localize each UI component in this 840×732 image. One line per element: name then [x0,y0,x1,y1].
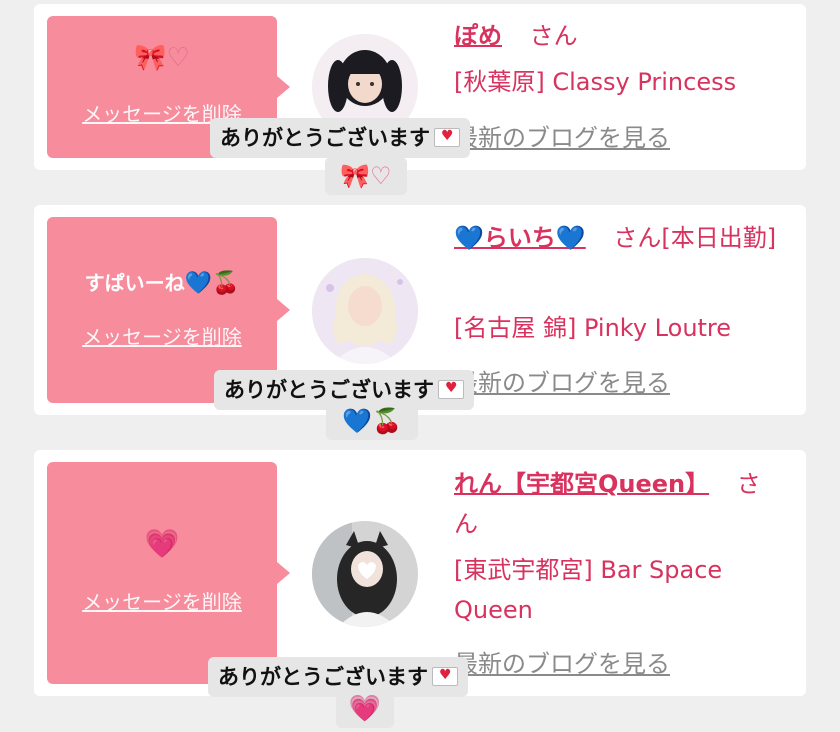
reply-emoji: 🎀♡ [325,157,407,195]
message-text-row: すぱいーね💙🍒 [47,269,277,298]
reply-text: ありがとうございます [218,665,428,689]
reply-text: ありがとうございます [220,126,430,150]
reply-emoji: 💗 [336,690,394,728]
love-letter-icon [434,127,460,147]
delete-message-link[interactable]: メッセージを削除 [47,321,277,350]
message-emoji: 💙🍒 [184,271,240,296]
message-text: すぱいーね [84,271,185,295]
latest-blog-link[interactable]: 最新のブログを見る [454,122,670,154]
shop-label: [秋葉原] Classy Princess [454,68,737,96]
message-emoji: 🎀♡ [134,43,190,73]
sender-name-link[interactable]: 💙らいち💙 [454,224,586,252]
reply-text: ありがとうございます [224,378,434,402]
message-emoji: 💗 [144,527,180,560]
reply-tooltip: ありがとうございます [210,118,470,158]
avatar-photo [312,521,418,627]
avatar[interactable] [312,258,418,364]
shop-label: [東武宇都宮] Bar Space Queen [454,556,723,624]
delete-message-link[interactable]: メッセージを削除 [47,586,277,615]
sender-name-link[interactable]: ぽめ [454,22,502,50]
sender-name-row: 💙らいち💙 さん[本日出勤] [454,218,784,258]
reply-emoji-text: 💙🍒 [342,407,402,435]
honorific: さん[本日出勤] [613,224,777,252]
avatar-photo [312,258,418,364]
latest-blog-link[interactable]: 最新のブログを見る [454,648,670,680]
sender-name-link[interactable]: れん【宇都宮Queen】 [454,470,709,498]
love-letter-icon [438,379,464,399]
love-letter-icon [432,666,458,686]
message-bubble: 💗 メッセージを削除 [47,462,290,684]
avatar[interactable] [312,521,418,627]
reply-emoji: 💙🍒 [326,402,418,440]
sender-name-row: れん【宇都宮Queen】 さん [454,464,784,544]
shop-label: [名古屋 錦] Pinky Loutre [454,314,732,342]
honorific: さん [529,22,578,50]
latest-blog-link[interactable]: 最新のブログを見る [454,367,670,399]
sender-name-row: ぽめ さん [454,16,784,56]
